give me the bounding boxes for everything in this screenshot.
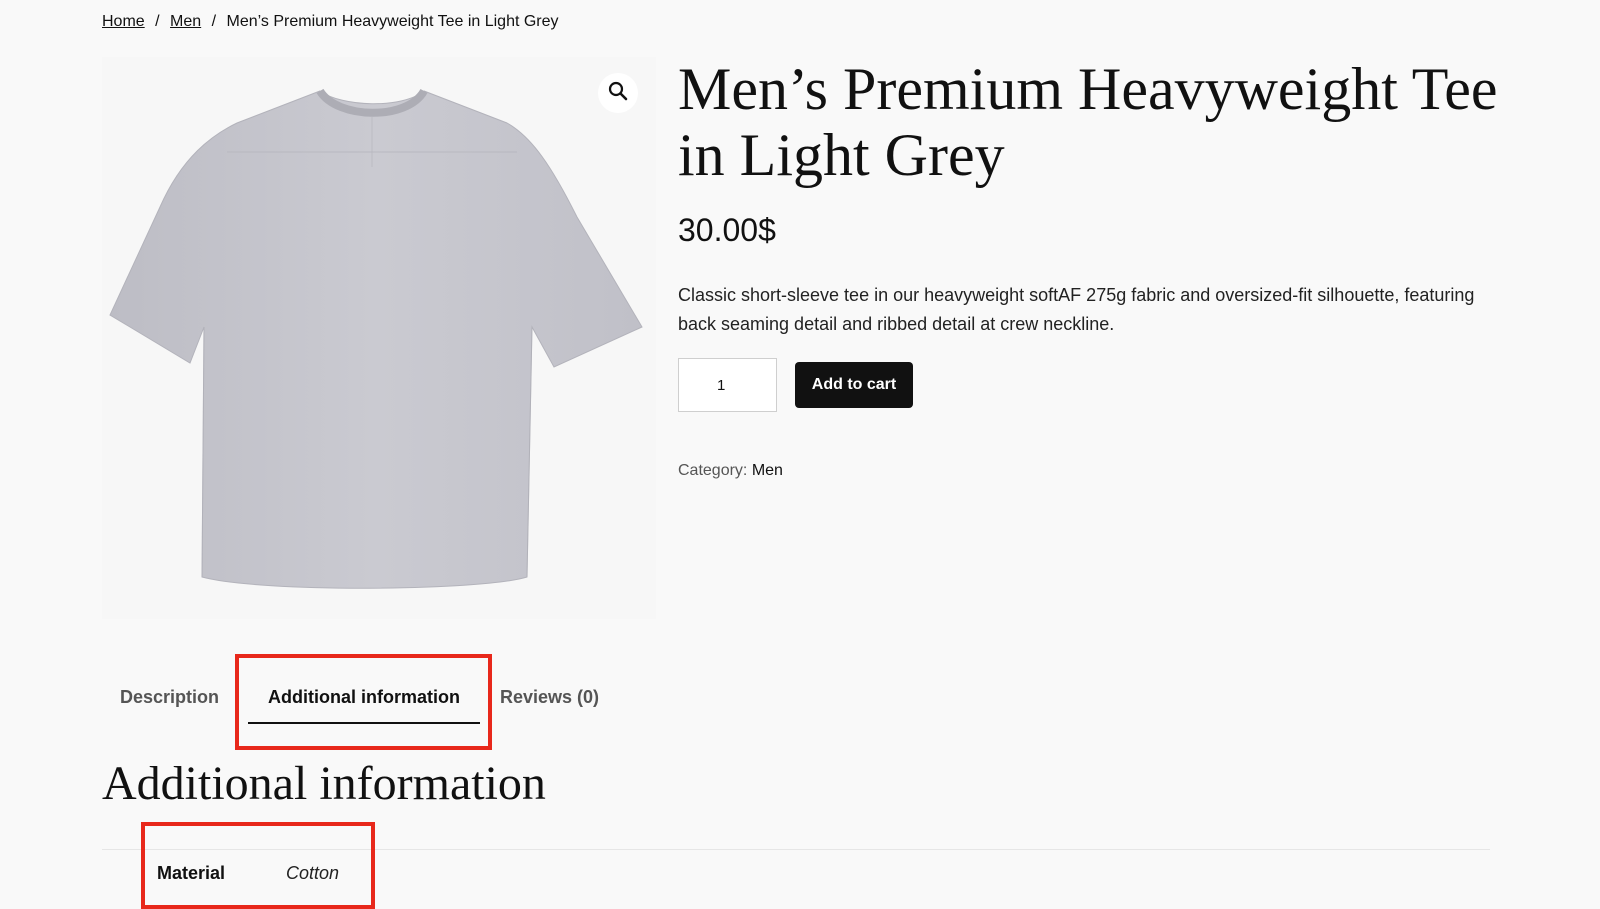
breadcrumb-separator: / bbox=[211, 13, 217, 30]
tab-additional-information[interactable]: Additional information bbox=[242, 672, 486, 724]
magnifier-icon bbox=[607, 80, 629, 107]
divider bbox=[102, 849, 1490, 850]
tab-reviews[interactable]: Reviews (0) bbox=[486, 672, 617, 724]
product-image[interactable] bbox=[102, 57, 656, 619]
breadcrumb-separator: / bbox=[155, 13, 160, 30]
tab-description[interactable]: Description bbox=[102, 672, 242, 724]
tshirt-image bbox=[109, 88, 643, 589]
product-short-description: Classic short-sleeve tee in our heavywei… bbox=[678, 285, 1475, 334]
category-label: Category: bbox=[678, 462, 748, 479]
breadcrumb-home-link[interactable]: Home bbox=[102, 13, 145, 30]
breadcrumb-current: Men’s Premium Heavyweight Tee in Light G… bbox=[226, 13, 559, 30]
additional-information-heading: Additional information bbox=[102, 757, 546, 810]
attribute-value: Cotton bbox=[286, 863, 340, 883]
quantity-input[interactable] bbox=[678, 358, 777, 412]
add-to-cart-button[interactable]: Add to cart bbox=[795, 362, 913, 408]
breadcrumb: Home / Men / Men’s Premium Heavyweight T… bbox=[102, 13, 559, 31]
category-link[interactable]: Men bbox=[752, 462, 783, 479]
attribute-row: Material Cotton bbox=[157, 863, 339, 884]
highlight-box-edge bbox=[141, 905, 375, 909]
product-tabs: Description Additional information Revie… bbox=[102, 672, 617, 724]
breadcrumb-category-link[interactable]: Men bbox=[170, 13, 201, 30]
zoom-button[interactable] bbox=[598, 73, 638, 113]
attribute-label: Material bbox=[157, 863, 226, 883]
product-price: 30.00$ bbox=[678, 212, 776, 248]
product-page: Home / Men / Men’s Premium Heavyweight T… bbox=[0, 0, 1600, 909]
product-title: Men’s Premium Heavyweight Tee in Light G… bbox=[678, 56, 1498, 188]
product-meta: Category: Men bbox=[678, 462, 783, 480]
